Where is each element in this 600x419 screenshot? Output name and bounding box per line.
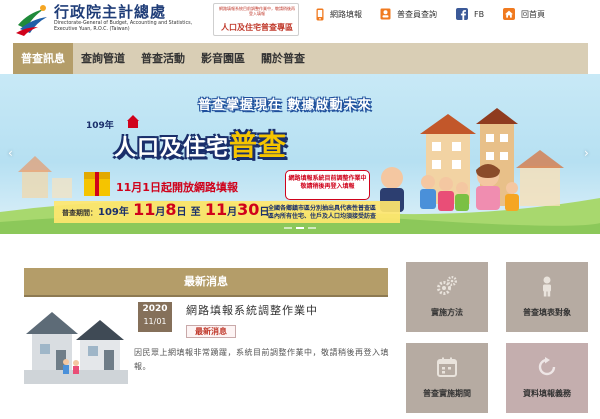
banner-period-label: 普查期間： bbox=[62, 209, 97, 217]
dgbas-logo[interactable] bbox=[14, 3, 50, 37]
nav-media-zone[interactable]: 影音園區 bbox=[193, 43, 253, 74]
facebook-icon bbox=[456, 8, 468, 20]
banner-roc-year: 109年 bbox=[86, 121, 114, 131]
tile-filing-obligation-label: 資料填報義務 bbox=[523, 389, 571, 398]
news-item-title[interactable]: 網路填報系統調整作業中 bbox=[186, 302, 318, 318]
link-home[interactable]: 回首頁 bbox=[503, 6, 545, 22]
period-prefix: 109年 bbox=[98, 207, 129, 218]
banner-period-dates: 109年 11月8日 至 11月30日 bbox=[98, 200, 269, 219]
link-facebook-label: FB bbox=[474, 9, 485, 19]
tile-filing-obligation[interactable]: 資料填報義務 bbox=[506, 343, 588, 413]
tile-implementation-method[interactable]: 實施方法 bbox=[406, 262, 488, 332]
mobile-icon bbox=[316, 8, 324, 20]
tile-implementation-method-label: 實施方法 bbox=[431, 308, 463, 317]
news-date-year: 2020 bbox=[142, 304, 168, 314]
news-section-header: 最新消息 bbox=[24, 268, 388, 295]
tile-census-subjects[interactable]: 普查填表對象 bbox=[506, 262, 588, 332]
org-english-line-2: Executive Yuan, R.O.C. (Taiwan) bbox=[54, 26, 130, 32]
tile-census-subjects-label: 普查填表對象 bbox=[523, 308, 571, 317]
link-enumerator-lookup-label: 普查員查詢 bbox=[397, 9, 437, 19]
banner-notice-box: 網路填報系統目前調整作業中 敬請稍後再登入填報 bbox=[285, 170, 370, 200]
banner-prev-arrow[interactable]: ‹ bbox=[8, 146, 13, 160]
news-date-month-day: 11/01 bbox=[143, 317, 167, 326]
home-icon bbox=[503, 8, 515, 20]
link-facebook[interactable]: FB bbox=[456, 6, 484, 22]
tile-census-period-label: 普查實施期間 bbox=[423, 389, 471, 398]
main-nav: 普查訊息 查詢管道 普查活動 影音園區 關於普查 bbox=[13, 43, 588, 74]
org-english-line-1: Directorate-General of Budget, Accountin… bbox=[54, 21, 193, 26]
banner-title-main: 人口及住宅 bbox=[114, 136, 230, 161]
census-badge-label: 人口及住宅普查專區 bbox=[221, 23, 293, 32]
banner-notice-line-2: 敬請稍後再登入填報 bbox=[300, 182, 355, 190]
id-card-icon bbox=[380, 8, 391, 20]
link-enumerator-lookup[interactable]: 普查員查詢 bbox=[380, 6, 437, 22]
link-online-filing-label: 網路填報 bbox=[330, 9, 362, 19]
link-online-filing[interactable]: 網路填報 bbox=[316, 6, 362, 22]
period-note-line-1: 全國各鄉鎮市區分別抽出具代表性普查區 bbox=[268, 205, 377, 212]
period-range-sep: 至 bbox=[190, 207, 201, 218]
period-note-line-2: 區內所有住宅、住戶及人口均須接受訪查 bbox=[268, 212, 377, 220]
org-name: 行政院主計總處 bbox=[54, 3, 167, 21]
period-month-char-2: 月 bbox=[227, 207, 238, 218]
banner-census-title: 人口及住宅普查 bbox=[114, 124, 287, 164]
news-thumbnail[interactable] bbox=[24, 300, 128, 384]
period-month-char-1: 月 bbox=[155, 207, 166, 218]
link-home-label: 回首頁 bbox=[521, 9, 545, 19]
nav-census-news[interactable]: 普查訊息 bbox=[13, 43, 73, 74]
period-end-day: 30 bbox=[237, 200, 260, 219]
gears-icon bbox=[437, 276, 457, 295]
nav-inquiry-channels[interactable]: 查詢管道 bbox=[73, 43, 133, 74]
period-start-day: 8 bbox=[165, 200, 177, 219]
news-header-divider bbox=[24, 295, 388, 297]
news-date-badge: 2020 11/01 bbox=[138, 302, 172, 332]
period-end-month: 11 bbox=[204, 200, 228, 219]
banner-pagination bbox=[284, 227, 316, 229]
banner-launch-text: 11月1日起開放網路填報 bbox=[116, 181, 238, 194]
census-badge-notice: 網路填報系統目前調整作業中，敬請稍後再登入填報 bbox=[219, 6, 295, 16]
period-day-char-1: 日 bbox=[176, 207, 187, 218]
tile-census-period[interactable]: 普查實施期間 bbox=[406, 343, 488, 413]
banner-next-arrow[interactable]: › bbox=[584, 146, 589, 160]
nav-census-activities[interactable]: 普查活動 bbox=[133, 43, 193, 74]
census-zone-badge[interactable]: 網路填報系統目前調整作業中，敬請稍後再登入填報 人口及住宅普查專區 bbox=[213, 3, 299, 36]
return-arrow-icon bbox=[538, 357, 556, 376]
banner-period-notes: 全國各鄉鎮市區分別抽出具代表性普查區 區內所有住宅、住戶及人口均須接受訪查 bbox=[268, 205, 376, 220]
hero-banner[interactable]: ‹ › 普查掌握現在 數據啟動未來 109年 人口及住宅普查 11月1日起開放網… bbox=[0, 74, 600, 234]
period-start-month: 11 bbox=[133, 200, 156, 219]
banner-dot-active[interactable] bbox=[296, 227, 304, 229]
banner-slogan: 普查掌握現在 數據啟動未來 bbox=[198, 98, 372, 113]
banner-dot[interactable] bbox=[284, 227, 292, 229]
news-category-tag: 最新消息 bbox=[186, 325, 236, 338]
site-header: 行政院主計總處 Directorate-General of Budget, A… bbox=[0, 0, 600, 40]
news-item-body: 因民眾上網填報非常踴躍，系統目前調整作業中，敬請稍後再登入填報。 bbox=[134, 348, 389, 371]
org-title[interactable]: 行政院主計總處 Directorate-General of Budget, A… bbox=[54, 4, 192, 32]
banner-title-big: 普查 bbox=[229, 129, 288, 162]
calendar-icon bbox=[437, 357, 457, 377]
banner-dot[interactable] bbox=[308, 227, 316, 229]
banner-notice-line-1: 網路填報系統目前調整作業中 bbox=[288, 175, 367, 182]
person-icon bbox=[543, 276, 551, 297]
nav-about-census[interactable]: 關於普查 bbox=[253, 43, 313, 74]
